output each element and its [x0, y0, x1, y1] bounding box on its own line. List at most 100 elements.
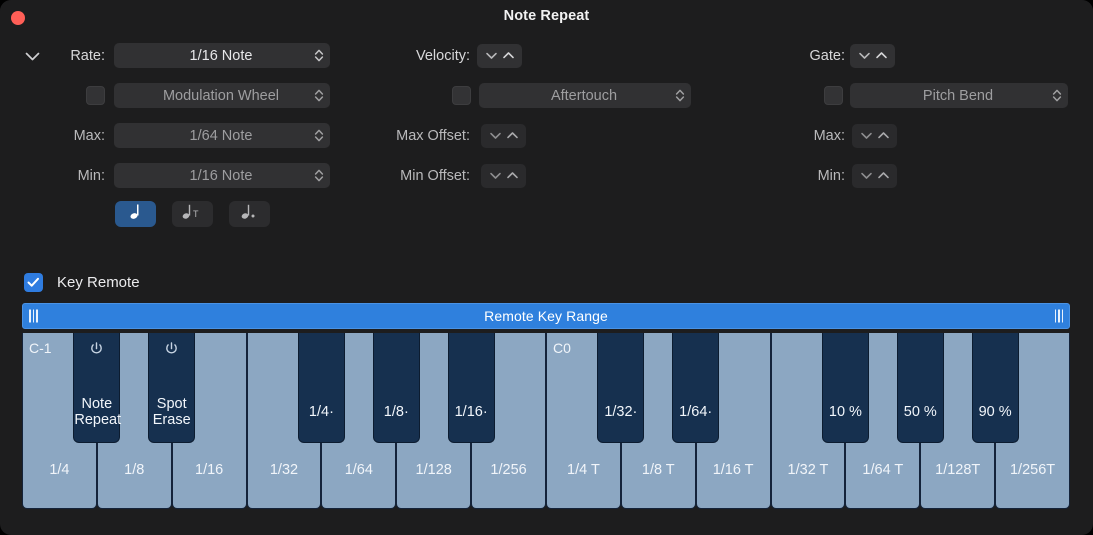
- chevron-down-icon[interactable]: [489, 167, 502, 185]
- quarter-note-triplet-icon: T: [182, 203, 203, 225]
- note-division-triplet-button[interactable]: T: [172, 201, 213, 227]
- chevron-updown-icon: [308, 48, 330, 63]
- white-key-label: 1/16: [173, 462, 246, 478]
- min-popup-value: 1/16 Note: [114, 168, 308, 184]
- chevron-updown-icon: [308, 128, 330, 143]
- chevron-down-icon[interactable]: [489, 127, 502, 145]
- key-remote-checkbox[interactable]: [24, 273, 43, 292]
- black-key-label: 1/64·: [673, 404, 718, 420]
- chevron-down-icon[interactable]: [860, 127, 873, 145]
- min-offset-stepper[interactable]: [481, 164, 526, 188]
- range-handle-right[interactable]: [1055, 310, 1064, 323]
- key-remote-row: Key Remote: [24, 271, 140, 293]
- black-key-label: 1/8·: [374, 404, 419, 420]
- octave-marker: C0: [553, 340, 571, 356]
- note-repeat-window: Note Repeat Rate: 1/16 Note Modulation W…: [0, 0, 1093, 535]
- rate-popup-value: 1/16 Note: [114, 48, 308, 64]
- chevron-up-icon[interactable]: [877, 167, 890, 185]
- chevron-up-icon[interactable]: [506, 167, 519, 185]
- modulation-source-value: Modulation Wheel: [114, 88, 308, 104]
- modulation-source-popup[interactable]: Modulation Wheel: [114, 83, 330, 108]
- parameter-area: Rate: 1/16 Note Modulation Wheel Max: 1/…: [0, 36, 1093, 246]
- chevron-updown-icon: [308, 88, 330, 103]
- gate-stepper[interactable]: [850, 44, 895, 68]
- black-key[interactable]: 1/16·: [448, 333, 495, 443]
- remote-key-range-title: Remote Key Range: [484, 308, 608, 324]
- black-key-label: 10 %: [823, 404, 868, 420]
- black-key-label: 50 %: [898, 404, 943, 420]
- chevron-up-icon[interactable]: [875, 47, 888, 65]
- key-remote-label: Key Remote: [57, 274, 140, 291]
- modulation-enable-checkbox[interactable]: [86, 86, 105, 105]
- velocity-label: Velocity:: [330, 48, 470, 64]
- white-key-label: 1/8 T: [622, 462, 695, 478]
- black-key-label: NoteRepeat: [74, 396, 119, 428]
- velocity-stepper[interactable]: [477, 44, 522, 68]
- max-offset-stepper[interactable]: [481, 124, 526, 148]
- quarter-note-icon: [130, 203, 142, 225]
- gate-source-enable-checkbox[interactable]: [824, 86, 843, 105]
- white-key-label: 1/32: [248, 462, 321, 478]
- page-title: Note Repeat: [0, 8, 1093, 24]
- gate-max-stepper[interactable]: [852, 124, 897, 148]
- black-key[interactable]: 50 %: [897, 333, 944, 443]
- chevron-up-icon[interactable]: [877, 127, 890, 145]
- min-offset-label: Min Offset:: [330, 168, 470, 184]
- remote-key-range-bar[interactable]: Remote Key Range: [22, 303, 1070, 329]
- chevron-down-icon[interactable]: [858, 47, 871, 65]
- note-division-straight-button[interactable]: [115, 201, 156, 227]
- range-handle-left[interactable]: [29, 310, 38, 323]
- max-label: Max:: [0, 128, 105, 144]
- white-key-label: 1/8: [98, 462, 171, 478]
- black-key-label: 90 %: [973, 404, 1018, 420]
- black-key[interactable]: 1/4·: [298, 333, 345, 443]
- black-key[interactable]: 1/32·: [597, 333, 644, 443]
- power-icon: [74, 341, 119, 357]
- title-bar: Note Repeat: [0, 0, 1093, 36]
- velocity-source-enable-checkbox[interactable]: [452, 86, 471, 105]
- gate-source-popup[interactable]: Pitch Bend: [850, 83, 1068, 108]
- white-key-label: 1/256T: [996, 462, 1069, 478]
- black-key[interactable]: NoteRepeat: [73, 333, 120, 443]
- rate-popup[interactable]: 1/16 Note: [114, 43, 330, 68]
- chevron-updown-icon: [669, 88, 691, 103]
- octave-marker: C-1: [29, 340, 52, 356]
- white-key-label: 1/256: [472, 462, 545, 478]
- chevron-down-icon[interactable]: [860, 167, 873, 185]
- chevron-updown-icon: [308, 168, 330, 183]
- svg-text:T: T: [193, 209, 199, 219]
- gate-max-label: Max:: [700, 128, 845, 144]
- white-key-label: 1/4 T: [547, 462, 620, 478]
- note-division-dotted-button[interactable]: [229, 201, 270, 227]
- chevron-down-icon[interactable]: [485, 47, 498, 65]
- rate-label: Rate:: [0, 48, 105, 64]
- velocity-source-value: Aftertouch: [479, 88, 669, 104]
- black-key-label: 1/4·: [299, 404, 344, 420]
- gate-source-value: Pitch Bend: [850, 88, 1046, 104]
- black-key-label: 1/16·: [449, 404, 494, 420]
- max-popup[interactable]: 1/64 Note: [114, 123, 330, 148]
- white-key-label: 1/16 T: [697, 462, 770, 478]
- chevron-updown-icon: [1046, 88, 1068, 103]
- min-popup[interactable]: 1/16 Note: [114, 163, 330, 188]
- max-popup-value: 1/64 Note: [114, 128, 308, 144]
- black-key[interactable]: 90 %: [972, 333, 1019, 443]
- chevron-up-icon[interactable]: [502, 47, 515, 65]
- power-icon: [149, 341, 194, 357]
- white-key-label: 1/128T: [921, 462, 994, 478]
- velocity-source-popup[interactable]: Aftertouch: [479, 83, 691, 108]
- black-key[interactable]: 10 %: [822, 333, 869, 443]
- black-key[interactable]: 1/8·: [373, 333, 420, 443]
- gate-min-label: Min:: [700, 168, 845, 184]
- chevron-up-icon[interactable]: [506, 127, 519, 145]
- quarter-note-dotted-icon: [241, 203, 258, 225]
- gate-min-stepper[interactable]: [852, 164, 897, 188]
- black-key-label: 1/32·: [598, 404, 643, 420]
- black-key[interactable]: SpotErase: [148, 333, 195, 443]
- white-key-label: 1/64 T: [846, 462, 919, 478]
- remote-keyboard: C-11/41/81/161/321/641/1281/256C01/4 T1/…: [22, 333, 1070, 509]
- black-key[interactable]: 1/64·: [672, 333, 719, 443]
- white-key-label: 1/128: [397, 462, 470, 478]
- white-key-label: 1/64: [322, 462, 395, 478]
- white-key-label: 1/32 T: [772, 462, 845, 478]
